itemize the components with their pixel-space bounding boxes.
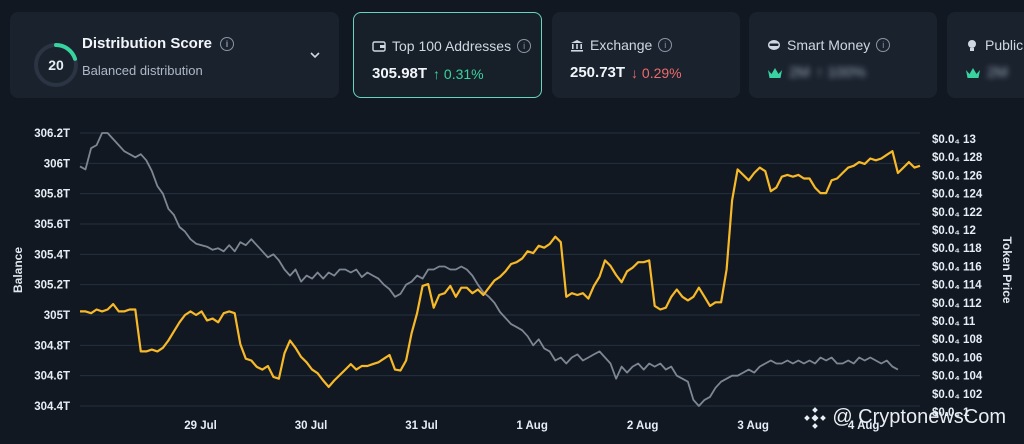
y2-tick-label: $0.0₄ 13 (932, 134, 976, 146)
y2-tick-label: $0.0₄ 116 (932, 261, 982, 273)
y2-tick-label: $0.0₄ 11 (932, 316, 976, 328)
x-tick-label: 30 Jul (295, 420, 328, 432)
y2-tick-label: $0.0₄ 124 (932, 189, 983, 201)
y2-tick-label: $0.0₄ 126 (932, 170, 982, 182)
y2-tick-label: $0.0₄ 108 (932, 334, 983, 346)
y2-tick-label: $0.0₄ 114 (932, 280, 982, 292)
y2-axis-label: Token Price (1000, 236, 1014, 303)
x-axis-ticks: 29 Jul 30 Jul 31 Jul 1 Aug 2 Aug 3 Aug 4 Aug (184, 420, 879, 432)
y-tick-label: 304.8T (34, 340, 70, 352)
balance-line (79, 132, 899, 407)
binance-logo-icon (804, 406, 827, 429)
y-tick-label: 305.8T (34, 189, 70, 201)
y2-tick-label: $0.0₄ 104 (932, 371, 983, 383)
y-tick-label: 306.2T (34, 128, 70, 140)
x-tick-label: 31 Jul (405, 420, 438, 432)
x-tick-label: 3 Aug (737, 420, 769, 432)
y-axis-label: Balance (11, 247, 25, 293)
y-axis-ticks: 306.2T 306T 305.8T 305.6T 305.4T 305.2T 305T 30… (34, 128, 70, 413)
x-tick-label: 2 Aug (627, 420, 659, 432)
y2-tick-label: $0.0₄ 12 (932, 225, 976, 237)
chart-grid (80, 132, 920, 407)
y-tick-label: 304.6T (34, 371, 70, 383)
y-tick-label: 306T (44, 158, 70, 170)
y2-tick-label: $0.0₄ 102 (932, 389, 982, 401)
x-tick-label: 29 Jul (184, 420, 217, 432)
y-tick-label: 305T (44, 310, 70, 322)
y2-tick-label: $0.0₄ 118 (932, 243, 982, 255)
y-tick-label: 305.2T (34, 280, 70, 292)
y-tick-label: 305.6T (34, 219, 70, 231)
y-tick-label: 305.4T (34, 249, 70, 261)
y2-tick-label: $0.0₄ 122 (932, 207, 982, 219)
chart-series (79, 132, 921, 407)
watermark-text: @ CryptonewsCom (832, 406, 1006, 428)
y2-axis-ticks: $0.0₄ 13 $0.0₄ 128 $0.0₄ 126 $0.0₄ 124 $0.0₄… (932, 134, 983, 419)
balance-price-chart: 306.2T 306T 305.8T 305.6T 305.4T 305.2T 305T 30… (11, 128, 1014, 432)
y2-tick-label: $0.0₄ 128 (932, 152, 983, 164)
watermark: @ CryptonewsCom (804, 406, 1006, 429)
y2-tick-label: $0.0₄ 112 (932, 298, 982, 310)
y-tick-label: 304.4T (34, 401, 70, 413)
x-tick-label: 1 Aug (516, 420, 548, 432)
y2-tick-label: $0.0₄ 106 (932, 352, 982, 364)
price-line (80, 150, 921, 388)
